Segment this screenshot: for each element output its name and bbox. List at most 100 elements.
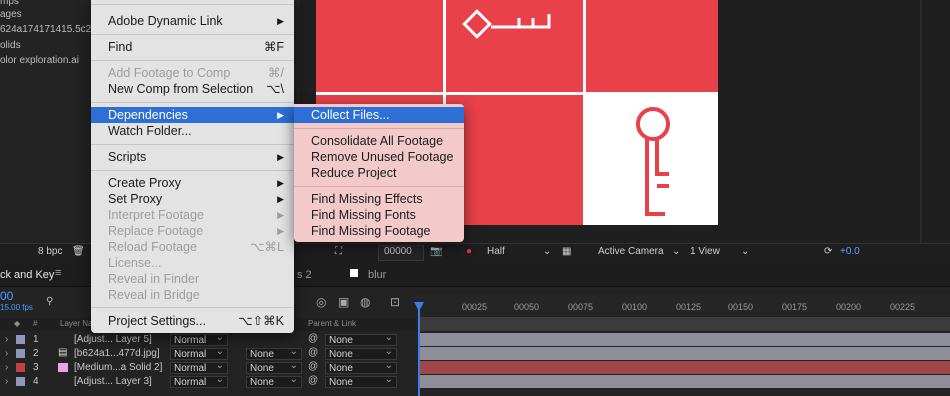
- pickwhip-icon[interactable]: @: [308, 361, 318, 372]
- menu-item-label: Add Footage to Comp: [108, 66, 231, 80]
- pickwhip-icon[interactable]: @: [308, 347, 318, 358]
- menu-shortcut: ⌘/: [268, 66, 284, 80]
- tab-close-icon[interactable]: ≡: [55, 267, 61, 279]
- layer-name[interactable]: [b624a1...477d.jpg]: [74, 348, 160, 359]
- playhead-handle[interactable]: [414, 302, 424, 311]
- menu-item-remove-unused-footage[interactable]: Remove Unused Footage: [294, 149, 464, 165]
- work-area-bar[interactable]: [420, 317, 950, 331]
- menu-item-find-missing-fonts[interactable]: Find Missing Fonts: [294, 207, 464, 223]
- menu-separator: [91, 4, 294, 5]
- pickwhip-icon[interactable]: @: [308, 333, 318, 344]
- label-color[interactable]: [16, 377, 25, 386]
- region-icon[interactable]: ⛶: [335, 246, 342, 257]
- key-icon: [636, 107, 670, 216]
- menu-item-find[interactable]: Find ⌘F: [91, 39, 294, 55]
- layer-row[interactable]: › 2 ▤ [b624a1...477d.jpg] Normal None @ …: [0, 346, 416, 361]
- submenu-arrow-icon: ▶: [277, 152, 284, 162]
- menu-item-project-settings[interactable]: Project Settings... ⌥⇧⌘K: [91, 313, 294, 329]
- parent-dropdown[interactable]: None: [325, 374, 397, 388]
- layer-row[interactable]: › 4 [Adjust... Layer 3] Normal None @ No…: [0, 374, 416, 389]
- parent-dropdown[interactable]: None: [325, 360, 397, 374]
- pickwhip-icon[interactable]: @: [308, 375, 318, 386]
- trash-icon[interactable]: 🗑: [72, 246, 85, 257]
- menu-shortcut: ⌥⇧⌘K: [238, 314, 284, 328]
- layer-number: 3: [33, 362, 39, 373]
- parent-dropdown[interactable]: None: [325, 346, 397, 360]
- expand-chevron-icon[interactable]: ›: [5, 362, 8, 373]
- project-item[interactable]: olids: [0, 40, 21, 51]
- menu-shortcut: ⌘F: [263, 40, 284, 54]
- timecode[interactable]: 00000: [384, 246, 412, 257]
- layer-name[interactable]: [Adjust... Layer 5]: [74, 334, 152, 345]
- menu-item-find-missing-footage[interactable]: Find Missing Footage: [294, 223, 464, 239]
- menu-item-reload-footage: Reload Footage ⌥⌘L: [91, 239, 294, 255]
- layer-row[interactable]: › 1 [Adjust... Layer 5] Normal @ None: [0, 332, 416, 347]
- menu-item-collect-files[interactable]: Collect Files...: [294, 107, 464, 123]
- menu-item-reduce-project[interactable]: Reduce Project: [294, 165, 464, 181]
- parent-dropdown[interactable]: None: [325, 332, 397, 346]
- project-item[interactable]: olor exploration.ai: [0, 55, 79, 66]
- expand-chevron-icon[interactable]: ›: [5, 348, 8, 359]
- menu-item-consolidate-all-footage[interactable]: Consolidate All Footage: [294, 133, 464, 149]
- blend-mode-dropdown[interactable]: Normal: [170, 374, 228, 388]
- menu-item-set-proxy[interactable]: Set Proxy ▶: [91, 191, 294, 207]
- project-item[interactable]: mps: [0, 0, 19, 7]
- search-icon[interactable]: ⚲: [46, 296, 53, 307]
- region-of-interest-icon[interactable]: ▦: [562, 246, 571, 257]
- menu-item-scripts[interactable]: Scripts ▶: [91, 149, 294, 165]
- track-matte-dropdown[interactable]: None: [246, 360, 302, 374]
- menu-item-watch-folder[interactable]: Watch Folder...: [91, 123, 294, 139]
- ruler-label: 00050: [514, 302, 540, 312]
- color-channels-icon[interactable]: ●: [466, 246, 472, 257]
- expand-chevron-icon[interactable]: ›: [5, 376, 8, 387]
- submenu-arrow-icon: ▶: [277, 194, 284, 204]
- track-matte-dropdown[interactable]: None: [246, 374, 302, 388]
- layer-name[interactable]: [Medium...a Solid 2]: [74, 362, 162, 373]
- label-color[interactable]: [16, 335, 25, 344]
- submenu-arrow-icon: ▶: [277, 110, 284, 120]
- layer-bar[interactable]: [420, 361, 950, 374]
- menu-item-label: Dependencies: [108, 108, 188, 122]
- layer-bar[interactable]: [420, 333, 950, 346]
- tab-inactive[interactable]: blur: [368, 269, 386, 281]
- menu-item-label: Reveal in Bridge: [108, 288, 200, 302]
- menu-item-dependencies[interactable]: Dependencies ▶: [91, 107, 294, 123]
- expand-chevron-icon[interactable]: ›: [5, 334, 8, 345]
- layer-name[interactable]: [Adjust... Layer 3]: [74, 376, 152, 387]
- draft-3d-icon[interactable]: ◎: [316, 295, 326, 309]
- time-ruler[interactable]: 00025 00050 00075 00100 00125 00150 0017…: [416, 294, 950, 316]
- label-color[interactable]: [16, 363, 25, 372]
- frame-blend-icon[interactable]: ▣: [338, 295, 349, 309]
- current-time[interactable]: 00: [0, 289, 13, 303]
- motion-blur-icon[interactable]: ◍: [360, 295, 370, 309]
- tab-inactive[interactable]: s 2: [297, 269, 312, 281]
- exposure-value[interactable]: +0.0: [840, 246, 860, 257]
- tab-active[interactable]: ck and Key: [0, 269, 54, 281]
- submenu-arrow-icon: ▶: [277, 16, 284, 26]
- graph-editor-icon[interactable]: ⊡: [390, 295, 400, 309]
- layer-bar[interactable]: [420, 375, 950, 388]
- bpc-label[interactable]: 8 bpc: [38, 246, 62, 257]
- view-layout-dropdown[interactable]: 1 View: [690, 246, 720, 257]
- resolution-dropdown[interactable]: Half: [487, 246, 505, 257]
- menu-item-new-comp-from-selection[interactable]: New Comp from Selection ⌥\: [91, 81, 294, 97]
- project-panel: mps ages 624a174171415.5c2516... olids o…: [0, 0, 116, 243]
- ruler-label: 00150: [728, 302, 754, 312]
- menu-item-label: Set Proxy: [108, 192, 163, 206]
- menu-item-create-proxy[interactable]: Create Proxy ▶: [91, 175, 294, 191]
- camera-dropdown[interactable]: Active Camera: [598, 246, 664, 257]
- project-item[interactable]: ages: [0, 9, 22, 20]
- label-color[interactable]: [16, 349, 25, 358]
- layer-bar[interactable]: [420, 347, 950, 360]
- snapshot-icon[interactable]: 📷: [430, 246, 442, 257]
- blend-mode-dropdown[interactable]: Normal: [170, 332, 228, 346]
- reset-exposure-icon[interactable]: ⟳: [824, 246, 832, 257]
- blend-mode-dropdown[interactable]: Normal: [170, 346, 228, 360]
- menu-item-adobe-dynamic-link[interactable]: Adobe Dynamic Link ▶: [91, 13, 294, 29]
- menu-item-find-missing-effects[interactable]: Find Missing Effects: [294, 191, 464, 207]
- layer-row[interactable]: › 3 [Medium...a Solid 2] Normal None @ N…: [0, 360, 416, 375]
- menu-item-label: Find Missing Fonts: [311, 208, 416, 222]
- track-matte-dropdown[interactable]: None: [246, 346, 302, 360]
- menu-separator: [294, 128, 464, 129]
- blend-mode-dropdown[interactable]: Normal: [170, 360, 228, 374]
